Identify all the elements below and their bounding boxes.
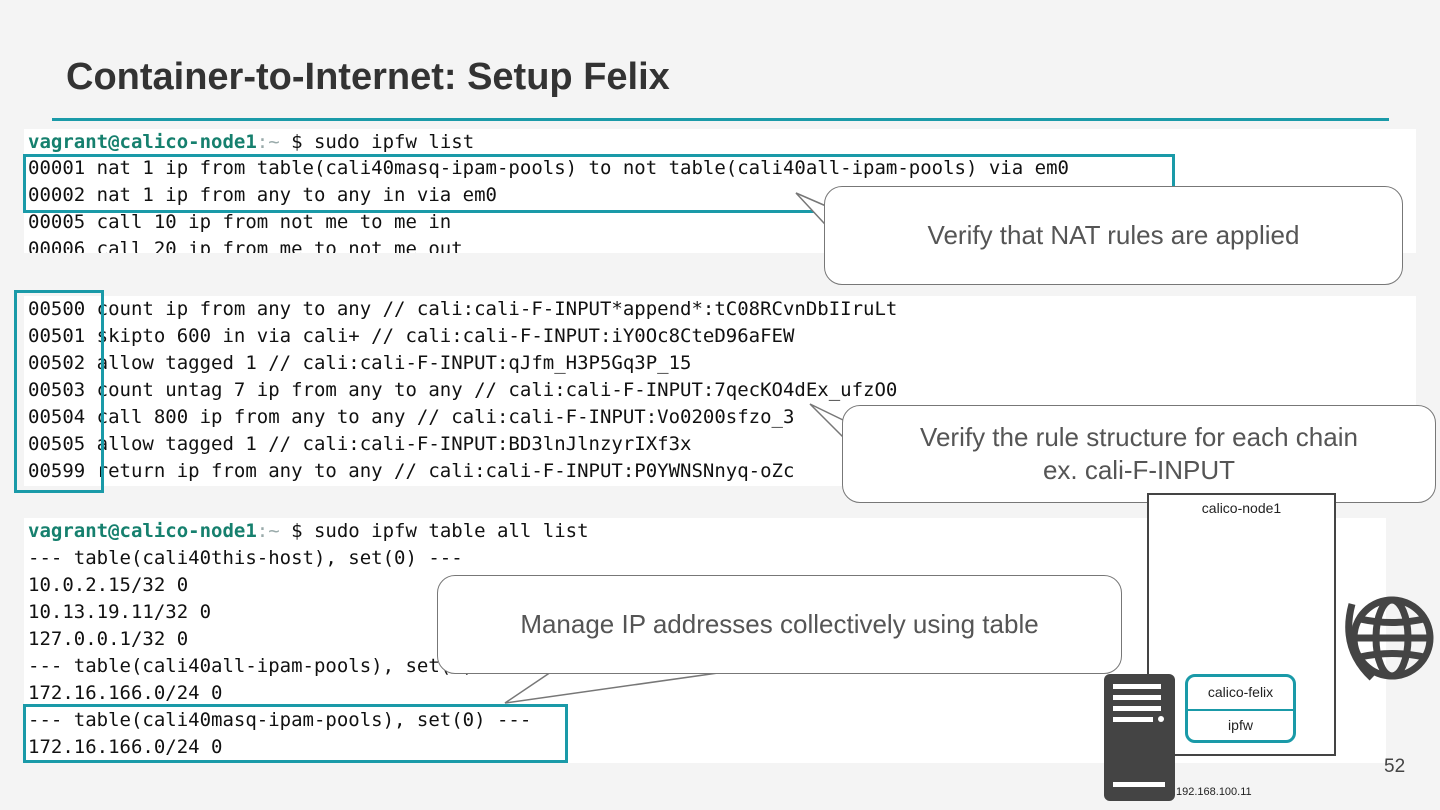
felix-ipfw-box: calico-felix ipfw bbox=[1185, 674, 1296, 743]
node-label: calico-node1 bbox=[1201, 500, 1282, 516]
table-callout-text: Manage IP addresses collectively using t… bbox=[520, 609, 1039, 639]
server-icon bbox=[1104, 674, 1175, 801]
felix-label: calico-felix bbox=[1207, 684, 1274, 700]
server-ip-label: 192.168.100.11 bbox=[1176, 786, 1252, 798]
nat-callout-text: Verify that NAT rules are applied bbox=[927, 220, 1300, 250]
globe-icon bbox=[1345, 596, 1434, 681]
ipfw-label: ipfw bbox=[1228, 717, 1253, 733]
chain-callout-line2: ex. cali-F-INPUT bbox=[1042, 455, 1236, 485]
chain-callout-line1: Verify the rule structure for each chain bbox=[920, 422, 1358, 452]
felix-divider bbox=[1188, 709, 1293, 711]
page-number: 52 bbox=[1384, 756, 1406, 777]
nat-callout: Verify that NAT rules are applied bbox=[824, 186, 1403, 285]
chain-callout: Verify the rule structure for each chain… bbox=[842, 405, 1436, 503]
table-callout: Manage IP addresses collectively using t… bbox=[437, 575, 1122, 674]
table-callout-tail bbox=[504, 671, 726, 704]
